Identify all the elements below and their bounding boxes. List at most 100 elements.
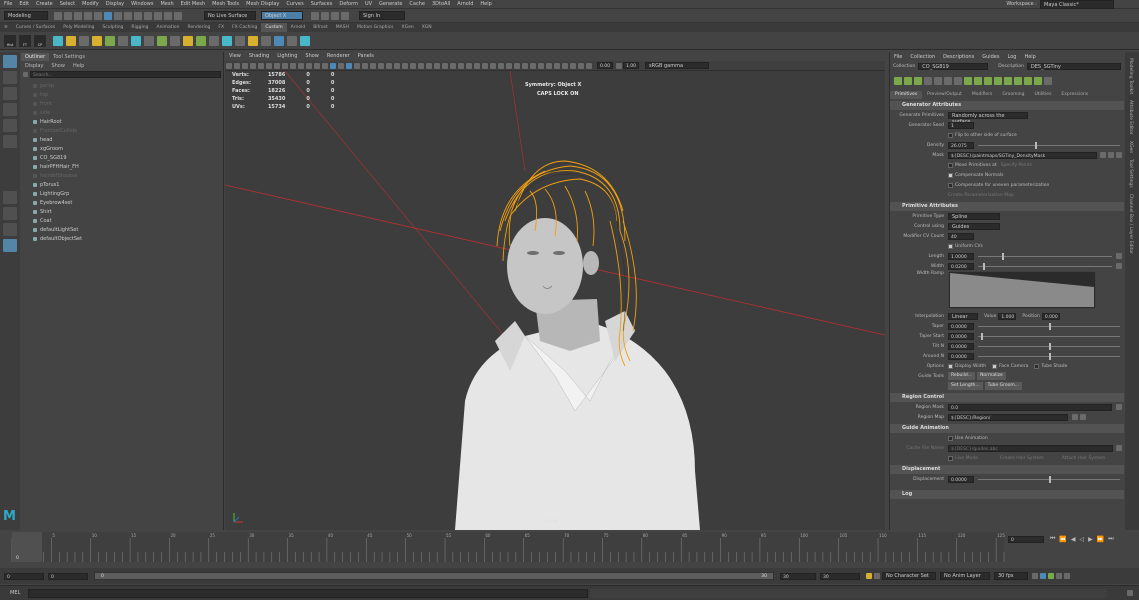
snap-grid-icon[interactable] [134, 11, 142, 20]
guide-shape-icon[interactable] [1014, 77, 1022, 85]
viewport-tool-icon[interactable] [282, 62, 288, 69]
xgen-tab-expressions[interactable]: Expressions [1056, 91, 1093, 99]
face-camera-checkbox[interactable] [992, 363, 998, 369]
go-end-icon[interactable]: ⏭ [1108, 535, 1113, 543]
viewport-menu-show[interactable]: Show [301, 52, 323, 61]
paint-select-icon[interactable] [3, 87, 17, 100]
shelf-tab-poly-modeling[interactable]: Poly Modeling [59, 23, 98, 32]
rotate-tool-icon[interactable] [3, 119, 17, 132]
shelf-tab-xgn[interactable]: XGN [418, 23, 436, 32]
outliner-menu-show[interactable]: Show [47, 62, 69, 70]
menu-windows[interactable]: Windows [131, 0, 153, 9]
scale-tool-icon[interactable] [3, 135, 17, 148]
auto-key-icon[interactable] [866, 573, 872, 579]
sign-in-button[interactable]: Sign In [359, 11, 405, 20]
shelf-tab-fx-caching[interactable]: FX Caching [228, 23, 261, 32]
anim-layer-dropdown[interactable]: No Anim Layer [940, 572, 990, 580]
create-hair-system-button[interactable]: Create Hair System [1000, 456, 1044, 461]
xgen-menu-guides[interactable]: Guides [978, 54, 1003, 60]
step-forward-key-icon[interactable]: ⏩ [1097, 536, 1104, 543]
shelf-button-ft[interactable]: FT [19, 34, 31, 47]
map-icon[interactable] [1108, 152, 1114, 158]
shelf-tab-xgen[interactable]: XGen [398, 23, 418, 32]
viewport-tool-icon[interactable] [546, 62, 552, 69]
xgen-menu-help[interactable]: Help [1020, 54, 1039, 60]
outliner-item[interactable]: xgGroom [21, 145, 223, 154]
paint-map-icon[interactable] [1116, 152, 1122, 158]
guide-lengthen-icon[interactable] [984, 77, 992, 85]
ramp-value-field[interactable]: 1.000 [998, 312, 1017, 320]
render-icon[interactable] [311, 11, 319, 20]
viewport-tool-icon[interactable] [226, 62, 232, 69]
move-tool-icon[interactable] [3, 103, 17, 116]
taper-start-field[interactable]: 0.0000 [948, 332, 974, 340]
rebuild-button[interactable]: Rebuild... [948, 372, 976, 380]
viewport-tool-icon[interactable] [514, 62, 520, 69]
range-slider[interactable]: 0 30 [94, 572, 774, 580]
width-slider[interactable] [978, 262, 1112, 270]
width-ramp-graph[interactable] [948, 271, 1096, 309]
shelf-tool-icon[interactable] [235, 35, 245, 46]
viewport-tool-icon[interactable] [530, 62, 536, 69]
outliner-item[interactable]: defaultObjectSet [21, 235, 223, 244]
viewport-tool-icon[interactable] [346, 62, 352, 69]
shelf-tool-icon[interactable] [157, 35, 167, 46]
viewport-tool-icon[interactable] [570, 62, 576, 69]
time-slider[interactable]: 0 5 10 15 20 25 30 35 40 45 50 55 60 65 70 75 80 85 90 95 10… [0, 530, 1139, 568]
xgen-menu-descriptions[interactable]: Descriptions [939, 54, 978, 60]
command-input[interactable] [28, 588, 589, 598]
play-back-icon[interactable]: ◁ [1080, 536, 1085, 543]
loop-icon[interactable] [1032, 573, 1038, 579]
end-time-field[interactable]: 30 [820, 572, 860, 580]
menu-modify[interactable]: Modify [82, 0, 99, 9]
primitive-type-dropdown[interactable]: Spline [948, 212, 1000, 220]
menu-generate[interactable]: Generate [379, 0, 402, 9]
hypershade-icon[interactable] [341, 11, 349, 20]
shelf-tab-rigging[interactable]: Rigging [127, 23, 152, 32]
description-dropdown[interactable]: DES_SGTiny [1026, 62, 1121, 70]
outliner-item[interactable]: hairPFHHair_FH [21, 163, 223, 172]
clear-icon[interactable] [924, 77, 932, 85]
viewport-tool-icon[interactable] [474, 62, 480, 69]
lasso-tool-icon[interactable] [3, 71, 17, 84]
shelf-button-cp[interactable]: CP [34, 34, 46, 47]
density-field[interactable]: 26.075 [948, 141, 974, 149]
menu-curves[interactable]: Curves [286, 0, 303, 9]
viewport-tool-icon[interactable] [330, 62, 336, 69]
menu-select[interactable]: Select [60, 0, 75, 9]
cache-playback-icon[interactable] [1040, 573, 1046, 579]
select-tool-icon[interactable] [3, 55, 17, 68]
shelf-tool-icon[interactable] [300, 35, 310, 46]
xgen-tab-utilities[interactable]: Utilities [1029, 91, 1056, 99]
outliner-item[interactable]: persp [21, 82, 223, 91]
outliner-item[interactable]: Shirt [21, 208, 223, 217]
step-back-icon[interactable]: ◀ [1071, 536, 1076, 543]
cv-count-field[interactable]: 40 [948, 232, 974, 240]
character-set-dropdown[interactable]: No Character Set [882, 572, 936, 580]
viewport-tool-icon[interactable] [274, 62, 280, 69]
shelf-tool-icon[interactable] [92, 35, 102, 46]
menu-3dtoall[interactable]: 3DtoAll [432, 0, 450, 9]
uniform-cvs-checkbox[interactable] [948, 243, 953, 249]
viewport-tool-icon[interactable] [362, 62, 368, 69]
shelf-tab-sculpting[interactable]: Sculpting [98, 23, 127, 32]
region-map-field[interactable]: ${DESC}/Region/ [948, 413, 1068, 421]
outliner-item[interactable]: head [21, 136, 223, 145]
guide-curl-icon[interactable] [1024, 77, 1032, 85]
viewport-tool-icon[interactable] [418, 62, 424, 69]
tilt-n-slider[interactable] [978, 342, 1120, 350]
menu-deform[interactable]: Deform [339, 0, 358, 9]
undo-icon[interactable] [84, 11, 92, 20]
xgen-menu-file[interactable]: File [890, 54, 906, 60]
xgen-menu-log[interactable]: Log [1004, 54, 1021, 60]
tilt-n-field[interactable]: 0.0000 [948, 342, 974, 350]
viewport-tool-icon[interactable] [402, 62, 408, 69]
map-icon[interactable] [1072, 414, 1078, 420]
displacement-header[interactable]: Displacement [890, 465, 1124, 474]
snap-curve-icon[interactable] [144, 11, 152, 20]
outliner-item[interactable]: Eyebrow4set [21, 199, 223, 208]
menu-uv[interactable]: UV [365, 0, 372, 9]
viewport-tool-icon[interactable] [586, 62, 592, 69]
primitive-attributes-header[interactable]: Primitive Attributes [890, 202, 1124, 211]
tab-tool-settings[interactable]: Tool Settings [49, 53, 89, 61]
